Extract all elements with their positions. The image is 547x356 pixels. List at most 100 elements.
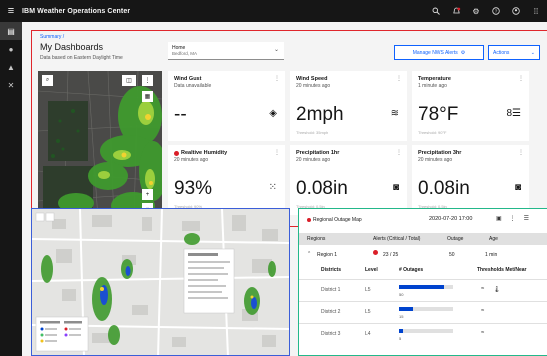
app-title: IBM Weather Operations Center (22, 7, 131, 15)
col-level: Level (365, 267, 378, 273)
location-dropdown[interactable]: Home Bedford, MA ⌄ (168, 42, 284, 60)
outage-detail-map[interactable] (31, 208, 290, 356)
outage-actions: ▣ ⋮ ☰ (496, 215, 529, 222)
map-search-icon[interactable]: ⌕ (42, 75, 53, 86)
district-row[interactable]: District 2 L5 15 ≈ › (299, 301, 547, 323)
card-subtitle: 1 minute ago (418, 83, 447, 89)
alert-dot-icon (307, 218, 311, 222)
card-subtitle: 20 minutes ago (418, 157, 453, 163)
card-subtitle: 20 minutes ago (296, 83, 331, 89)
globe-icon[interactable]: ● (0, 40, 22, 58)
dashboard-icon[interactable]: ▤ (0, 22, 22, 40)
card-title: Wind Gust (174, 76, 202, 82)
outage-bar (399, 307, 414, 311)
card-precip-3hr[interactable]: Precipitation 3hr 20 minutes ago ⋮ 0.08i… (412, 145, 529, 215)
topbar-actions: ⚙ ? ⁞⁞ (431, 0, 541, 22)
col-districts: Districts (321, 267, 342, 273)
card-title: Precipitation 1hr (296, 150, 340, 156)
radar-map[interactable]: ⌕ ◫ ⋮ ▦ + − (38, 71, 162, 219)
region-age: 1 min (485, 252, 498, 258)
collapse-chevron-icon[interactable]: ⌃ (307, 251, 311, 257)
filter-icon[interactable]: ☰ (524, 215, 529, 222)
overflow-menu-icon[interactable]: ⋮ (274, 149, 280, 156)
overflow-menu-icon[interactable]: ⋮ (396, 149, 402, 156)
card-title: Temperature (418, 76, 451, 82)
street-map-image (32, 209, 289, 355)
outage-datetime[interactable]: 2020-07-20 17:00 (429, 216, 472, 222)
breadcrumb[interactable]: Summary / (40, 34, 64, 40)
district-row[interactable]: District 3 L4 5 ≈ › (299, 323, 547, 345)
manage-alerts-label: Manage NWS Alerts (412, 49, 458, 56)
card-relative-humidity[interactable]: Realtive Humidity 20 minutes ago ⋮ 93% T… (168, 145, 285, 215)
overflow-menu-icon[interactable]: ⋮ (518, 75, 524, 82)
district-outages: 50 (399, 292, 404, 297)
app-switcher-icon[interactable]: ⁞⁞ (531, 6, 541, 16)
card-wind-speed[interactable]: Wind Speed 20 minutes ago ⋮ 2mph Thresho… (290, 71, 407, 141)
district-name: District 3 (321, 331, 341, 337)
card-precip-1hr[interactable]: Precipitation 1hr 20 minutes ago ⋮ 0.08i… (290, 145, 407, 215)
col-regions: Regions (307, 236, 326, 242)
col-age: Age (489, 236, 498, 242)
actions-button[interactable]: Actions ⌄ (488, 45, 540, 60)
col-outage: Outage (447, 236, 464, 242)
district-level: L5 (365, 287, 371, 293)
actions-label: Actions (493, 49, 510, 56)
outage-bar (399, 285, 445, 289)
card-temperature[interactable]: Temperature 1 minute ago ⋮ 78°F Threshol… (412, 71, 529, 141)
wind-icon: ≈ (481, 286, 485, 292)
card-wind-gust[interactable]: Wind Gust Data unavailable ⋮ -- ◈ (168, 71, 285, 141)
alert-icon[interactable]: ▲ (0, 58, 22, 76)
settings-icon[interactable]: ⚙ (471, 6, 481, 16)
wind-icon: ≈ (481, 308, 485, 314)
diamond-warning-icon: ◈ (269, 108, 277, 119)
district-level: L5 (365, 309, 371, 315)
outage-table-header: Regions Alerts (Critical / Total) Outage… (299, 233, 547, 245)
card-value: 93% (174, 178, 213, 199)
alert-dot-icon (174, 150, 179, 156)
manage-alerts-button[interactable]: Manage NWS Alerts ⚙ (394, 45, 484, 60)
settings-icon: ⚙ (460, 49, 466, 56)
svg-text:?: ? (495, 9, 498, 14)
main-content: Summary / My Dashboards Data based on Ea… (22, 22, 547, 356)
side-nav: ▤ ● ▲ ✕ (0, 22, 22, 356)
district-name: District 1 (321, 287, 341, 293)
region-name: Region 1 (317, 252, 338, 258)
zoom-in-icon[interactable]: + (142, 189, 153, 200)
humidity-icon: ⁙ (268, 182, 277, 193)
card-subtitle: 20 minutes ago (174, 157, 209, 163)
outage-bar-track (399, 329, 453, 333)
regional-outage-panel: Regional Outage Map 2020-07-20 17:00 ▣ ⋮… (298, 208, 547, 356)
outage-title: Regional Outage Map (313, 217, 362, 223)
overflow-menu-icon[interactable]: ⋮ (396, 75, 402, 82)
rain-gauge-icon: ◙ (514, 182, 521, 193)
help-icon[interactable]: ? (491, 6, 501, 16)
thermometer-icon: 8☰ (506, 108, 521, 119)
card-title-row: Realtive Humidity (174, 150, 227, 156)
district-outages: 5 (399, 336, 402, 341)
page-subtitle: Data based on Eastern Daylight Time (40, 55, 123, 61)
page-title: My Dashboards (40, 42, 104, 52)
district-row[interactable]: District 1 L5 50 ≈ 🌡 › (299, 279, 547, 301)
district-level: L4 (365, 331, 371, 337)
district-name: District 2 (321, 309, 341, 315)
region-row[interactable]: ⌃ Region 1 23 / 25 50 1 min (299, 249, 547, 261)
tools-icon[interactable]: ✕ (0, 76, 22, 94)
card-threshold: Threshold: 35mph (296, 130, 329, 135)
chevron-down-icon: ⌄ (273, 47, 279, 53)
card-value: 78°F (418, 104, 459, 125)
map-more-icon[interactable]: ⋮ (142, 75, 153, 86)
notification-icon[interactable] (451, 6, 461, 16)
overflow-menu-icon[interactable]: ⋮ (274, 75, 280, 82)
map-layers-icon[interactable]: ◫ (122, 75, 136, 86)
top-bar: ≡ IBM Weather Operations Center ⚙ ? ⁞⁞ (0, 0, 547, 22)
hamburger-menu-icon[interactable]: ≡ (0, 0, 22, 22)
overflow-menu-icon[interactable]: ⋮ (510, 215, 516, 222)
calendar-icon[interactable]: ▣ (496, 215, 502, 222)
overflow-menu-icon[interactable]: ⋮ (518, 149, 524, 156)
map-legend-icon[interactable]: ▦ (142, 91, 153, 102)
col-thresholds: Thresholds Met/Near (477, 267, 527, 273)
search-icon[interactable] (431, 6, 441, 16)
card-title: Wind Speed (296, 76, 328, 82)
user-icon[interactable] (511, 6, 521, 16)
col-outages: # Outages (399, 267, 424, 273)
